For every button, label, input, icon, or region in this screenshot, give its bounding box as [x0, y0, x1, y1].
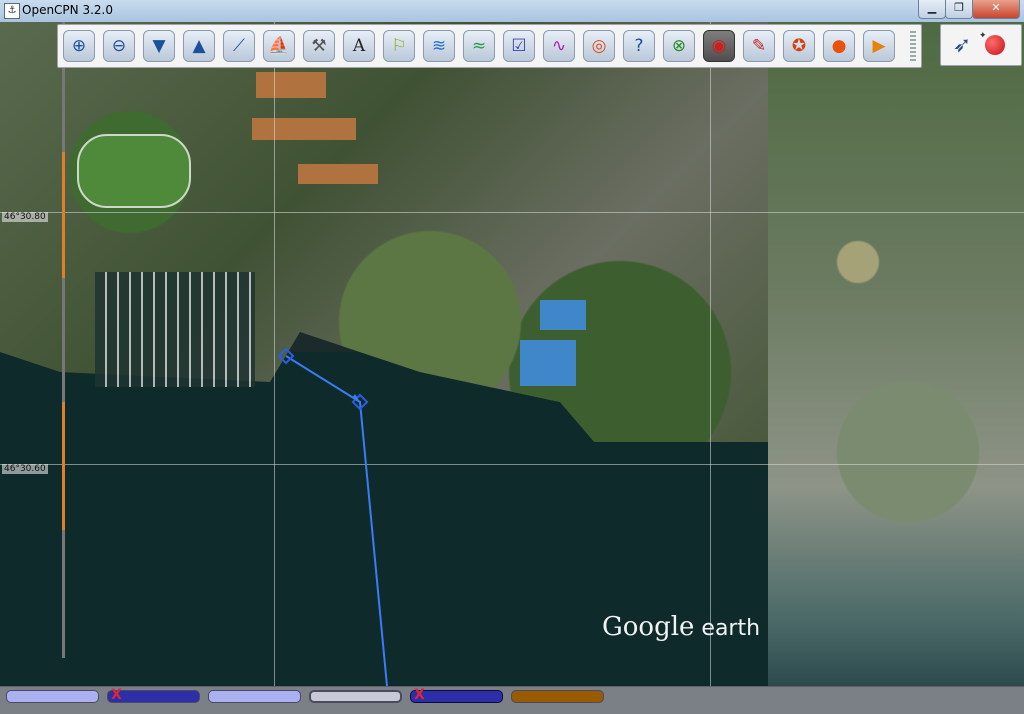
minimize-button[interactable]: ▁	[918, 0, 946, 19]
create-route-icon[interactable]: ⟋	[223, 30, 255, 62]
track-icon[interactable]: ∿	[543, 30, 575, 62]
chart-bar-item[interactable]	[309, 690, 402, 703]
chart-bar-item[interactable]: X	[410, 687, 503, 703]
chart-bar-item[interactable]	[6, 690, 99, 703]
text-icon[interactable]: A	[343, 30, 375, 62]
record-play-icon[interactable]: ▶	[863, 30, 895, 62]
route-manager-icon[interactable]: ☑	[503, 30, 535, 62]
title-bar: ⚓ OpenCPN 3.2.0 ▁ ❐ ✕	[0, 0, 1024, 23]
earth-word: earth	[694, 616, 761, 641]
google-word: Google	[602, 612, 695, 642]
print-icon[interactable]: ✎	[743, 30, 775, 62]
settings-icon[interactable]: ⚒	[303, 30, 335, 62]
zoom-out-icon[interactable]: ⊖	[103, 30, 135, 62]
record-start-icon[interactable]: ●	[823, 30, 855, 62]
toolbar-grip[interactable]	[910, 31, 916, 61]
radar-icon[interactable]: ◉	[703, 30, 735, 62]
auto-follow-icon[interactable]: ⛵	[263, 30, 295, 62]
chart-canvas[interactable]: 46°30.80 46°30.60 Google earth	[0, 22, 1024, 686]
maximize-button[interactable]: ❐	[945, 0, 973, 19]
zoom-in-icon[interactable]: ⊕	[63, 30, 95, 62]
route-overlay	[277, 347, 388, 686]
chart-unavailable-icon: X	[414, 687, 425, 703]
mob-icon[interactable]: ◎	[583, 30, 615, 62]
gps-status-icon[interactable]	[985, 35, 1005, 55]
tide-icon[interactable]: ≋	[423, 30, 455, 62]
close-button[interactable]: ✕	[972, 0, 1020, 19]
main-toolbar: ⊕ ⊖ ▼ ▲ ⟋ ⛵ ⚒ A ⚐ ≋ ≈ ☑ ∿ ◎ ? ⊗ ◉ ✎ ✪ ● …	[57, 24, 922, 68]
chart-bar-item[interactable]	[511, 690, 604, 703]
compass-window: ➶ ✦	[940, 24, 1022, 66]
grib-icon[interactable]: ✪	[783, 30, 815, 62]
window-title: OpenCPN 3.2.0	[22, 3, 113, 17]
current-icon[interactable]: ⚐	[383, 30, 415, 62]
google-earth-watermark: Google earth	[602, 612, 760, 642]
help-icon[interactable]: ?	[623, 30, 655, 62]
scale-in-icon[interactable]: ▼	[143, 30, 175, 62]
chart-bar-item[interactable]	[208, 690, 301, 703]
compass-icon[interactable]: ➶	[949, 30, 975, 60]
scale-out-icon[interactable]: ▲	[183, 30, 215, 62]
tide-graph-icon[interactable]: ≈	[463, 30, 495, 62]
chart-unavailable-icon: X	[111, 687, 122, 703]
opencpn-app-icon: ⚓	[4, 3, 20, 19]
chart-bar-strip: X X	[0, 686, 1024, 714]
ais-icon[interactable]: ⊗	[663, 30, 695, 62]
route-line[interactable]	[285, 355, 388, 686]
chart-bar-item[interactable]: X	[107, 687, 200, 703]
